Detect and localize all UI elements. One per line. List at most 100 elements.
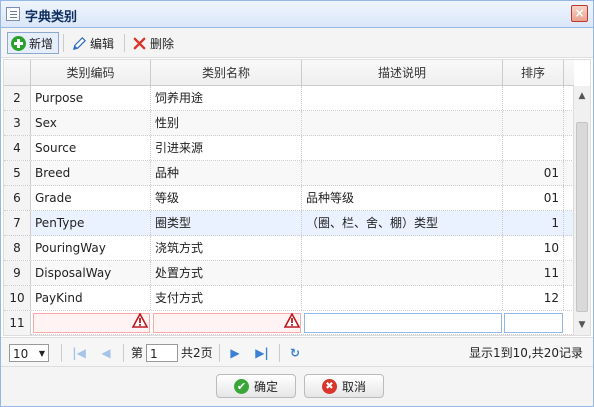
page-size-select[interactable]: 10 ▼ bbox=[9, 344, 49, 362]
table-row[interactable]: 3 Sex 性别 bbox=[4, 111, 574, 136]
cell-code: PayKind bbox=[31, 286, 151, 310]
page-number-input[interactable]: 1 bbox=[146, 344, 178, 362]
row-number: 5 bbox=[4, 161, 31, 185]
delete-button[interactable]: 删除 bbox=[129, 32, 179, 54]
page-size-value: 10 bbox=[13, 347, 29, 361]
cell-name: 引进来源 bbox=[151, 136, 302, 160]
dictionary-category-dialog: 字典类别 × 新增 编辑 删除 类别编码 类别名称 描述说明 排序 2 Purp… bbox=[0, 0, 594, 407]
cell-name: 圈类型 bbox=[151, 211, 302, 235]
table-row[interactable]: 5 Breed 品种 01 bbox=[4, 161, 574, 186]
column-header-name[interactable]: 类别名称 bbox=[151, 60, 302, 86]
next-page-icon[interactable]: ▶ bbox=[227, 344, 243, 362]
first-page-icon[interactable]: |◀ bbox=[71, 344, 87, 362]
table-row[interactable]: 9 DisposalWay 处置方式 11 bbox=[4, 261, 574, 286]
cell-description: （圈、栏、舍、棚）类型 bbox=[302, 211, 503, 235]
x-icon bbox=[133, 37, 146, 49]
cell-description bbox=[302, 286, 503, 310]
row-number: 2 bbox=[4, 86, 31, 110]
cell-name: 支付方式 bbox=[151, 286, 302, 310]
cell-code: Breed bbox=[31, 161, 151, 185]
row-number: 4 bbox=[4, 136, 31, 160]
column-header-description[interactable]: 描述说明 bbox=[302, 60, 503, 86]
row-number: 7 bbox=[4, 211, 31, 235]
edit-row[interactable]: 11 bbox=[4, 311, 574, 335]
sort-input[interactable] bbox=[504, 313, 563, 333]
pager-divider bbox=[123, 344, 124, 362]
column-header-sort[interactable]: 排序 bbox=[503, 60, 564, 86]
cell-description bbox=[302, 236, 503, 260]
cancel-icon: ✖ bbox=[321, 378, 337, 394]
title-bar[interactable]: 字典类别 × bbox=[1, 1, 593, 28]
row-number: 9 bbox=[4, 261, 31, 285]
ok-label: 确定 bbox=[253, 379, 278, 394]
table-row[interactable]: 4 Source 引进来源 bbox=[4, 136, 574, 161]
table-row[interactable]: 2 Purpose 饲养用途 bbox=[4, 86, 574, 111]
close-button[interactable]: × bbox=[571, 5, 588, 22]
add-label: 新增 bbox=[29, 36, 54, 51]
cell-description bbox=[302, 86, 503, 110]
prev-page-icon[interactable]: ◀ bbox=[98, 344, 114, 362]
warning-icon bbox=[132, 313, 148, 328]
cell-sort bbox=[503, 86, 564, 110]
page-prefix: 第 bbox=[131, 346, 144, 360]
cell-description bbox=[302, 261, 503, 285]
scroll-up-icon[interactable]: ▲ bbox=[574, 88, 590, 104]
cell-name: 性别 bbox=[151, 111, 302, 135]
toolbar: 新增 编辑 删除 bbox=[1, 28, 593, 58]
table-row[interactable]: 10 PayKind 支付方式 12 bbox=[4, 286, 574, 311]
warning-icon bbox=[284, 313, 300, 328]
ok-button[interactable]: ✔ 确定 bbox=[216, 374, 296, 398]
row-number: 6 bbox=[4, 186, 31, 210]
cell-name: 品种 bbox=[151, 161, 302, 185]
check-icon: ✔ bbox=[233, 378, 249, 394]
refresh-icon[interactable]: ↻ bbox=[287, 344, 303, 362]
cancel-label: 取消 bbox=[341, 379, 366, 394]
chevron-down-icon: ▼ bbox=[38, 349, 45, 358]
pager-divider bbox=[279, 344, 280, 362]
edit-button[interactable]: 编辑 bbox=[69, 32, 119, 54]
dialog-footer: ✔ 确定 ✖ 取消 bbox=[1, 367, 593, 406]
cell-name: 浇筑方式 bbox=[151, 236, 302, 260]
cell-code: PenType bbox=[31, 211, 151, 235]
scroll-thumb[interactable] bbox=[576, 122, 588, 312]
cell-description bbox=[302, 136, 503, 160]
last-page-icon[interactable]: ▶| bbox=[254, 344, 270, 362]
vertical-scrollbar[interactable]: ▲ ▼ bbox=[573, 86, 590, 335]
row-number: 10 bbox=[4, 286, 31, 310]
cell-sort: 01 bbox=[503, 186, 564, 210]
row-number: 8 bbox=[4, 236, 31, 260]
table-row[interactable]: 8 PouringWay 浇筑方式 10 bbox=[4, 236, 574, 261]
table-row[interactable]: 6 Grade 等级 品种等级 01 bbox=[4, 186, 574, 211]
cell-sort bbox=[503, 111, 564, 135]
pager-divider bbox=[61, 344, 62, 362]
cell-description: 品种等级 bbox=[302, 186, 503, 210]
cell-sort bbox=[503, 136, 564, 160]
pagination-bar: 10 ▼ |◀ ◀ 第 1 共2页 ▶ ▶| ↻ 显示1到10,共20记录 bbox=[1, 337, 593, 367]
add-button[interactable]: 新增 bbox=[7, 32, 60, 54]
cancel-button[interactable]: ✖ 取消 bbox=[304, 374, 384, 398]
cell-sort: 10 bbox=[503, 236, 564, 260]
cell-sort: 12 bbox=[503, 286, 564, 310]
name-input[interactable] bbox=[153, 313, 301, 333]
table-row[interactable]: 7 PenType 圈类型 （圈、栏、舍、棚）类型 1 bbox=[4, 211, 574, 236]
record-summary: 显示1到10,共20记录 bbox=[469, 346, 583, 360]
cell-code: DisposalWay bbox=[31, 261, 151, 285]
cell-sort: 1 bbox=[503, 211, 564, 235]
cell-description bbox=[302, 111, 503, 135]
grid-header: 类别编码 类别名称 描述说明 排序 bbox=[4, 60, 574, 86]
scroll-down-icon[interactable]: ▼ bbox=[574, 317, 590, 333]
toolbar-divider bbox=[124, 34, 125, 52]
column-header-code[interactable]: 类别编码 bbox=[31, 60, 151, 86]
row-number: 11 bbox=[4, 311, 31, 335]
cell-code: Source bbox=[31, 136, 151, 160]
cell-code: Sex bbox=[31, 111, 151, 135]
description-input[interactable] bbox=[304, 313, 502, 333]
cell-sort: 11 bbox=[503, 261, 564, 285]
row-number-header bbox=[4, 60, 31, 86]
dialog-title: 字典类别 bbox=[25, 10, 78, 25]
pager-divider bbox=[219, 344, 220, 362]
cell-code: Purpose bbox=[31, 86, 151, 110]
data-grid: 类别编码 类别名称 描述说明 排序 2 Purpose 饲养用途 3 Sex 性别 4 Sou… bbox=[3, 59, 591, 336]
delete-label: 删除 bbox=[150, 36, 175, 51]
window-icon bbox=[6, 7, 20, 21]
